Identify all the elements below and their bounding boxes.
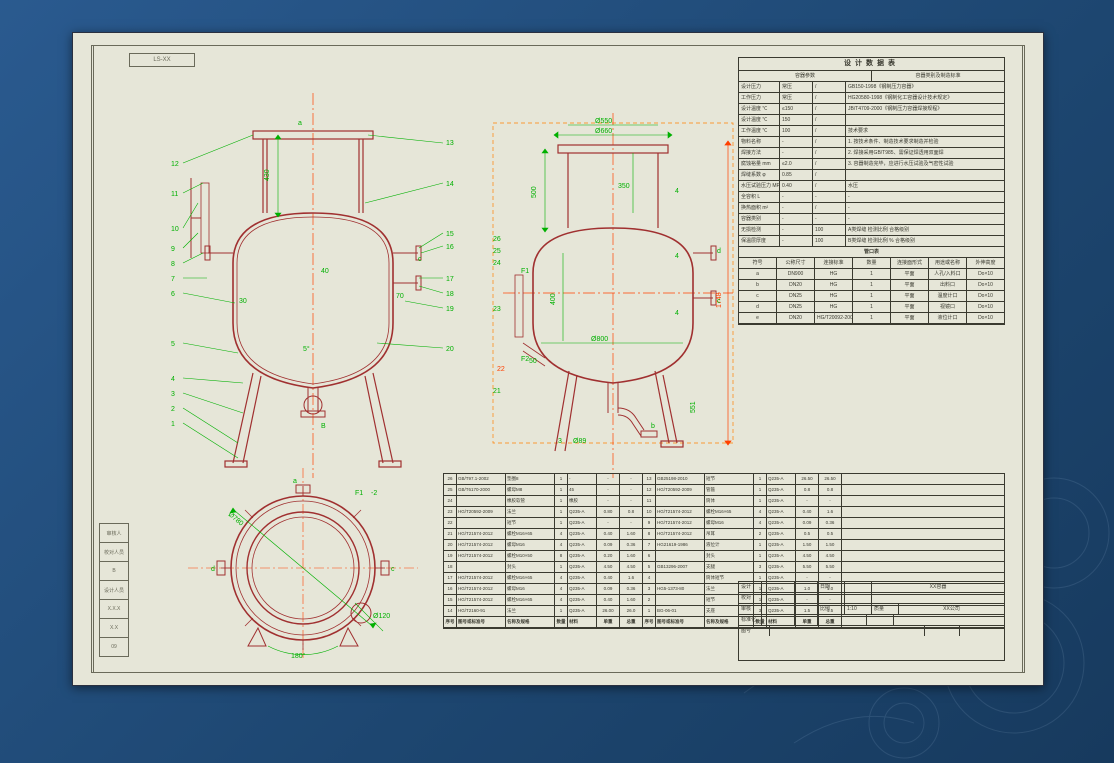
svg-text:14: 14 [446,181,454,188]
svg-text:3: 3 [171,391,175,398]
svg-text:Ø120: Ø120 [373,613,390,620]
svg-text:8: 8 [171,261,175,268]
svg-text:Ø800: Ø800 [591,336,608,343]
svg-text:350: 350 [618,183,630,190]
svg-text:b: b [651,423,655,430]
svg-text:Ø89: Ø89 [573,438,586,445]
svg-text:12: 12 [171,161,179,168]
svg-text:22: 22 [497,366,505,373]
svg-text:400: 400 [550,293,557,305]
svg-text:F1: F1 [355,490,363,497]
svg-text:4: 4 [171,376,175,383]
side-elevation-view: Ø660 Ø550 500 350 400 50 Ø800 551 Ø89 4 … [473,83,753,483]
svg-text:4: 4 [675,253,679,260]
svg-text:4: 4 [675,188,679,195]
revision-column: 审核人校对人员B 设计人员X.X.XX.X09 [99,523,129,657]
svg-text:10: 10 [171,226,179,233]
leader-labels-right: 13 14 15 16 17 18 19 20 [365,135,454,353]
svg-text:F1: F1 [521,268,529,275]
svg-text:a: a [293,478,297,485]
svg-text:24: 24 [493,260,501,267]
svg-text:70: 70 [396,293,404,300]
svg-text:50: 50 [529,358,537,365]
svg-text:7: 7 [171,276,175,283]
svg-text:Ø550: Ø550 [595,118,612,125]
svg-text:18: 18 [446,291,454,298]
svg-text:17: 17 [446,276,454,283]
svg-text:19: 19 [446,306,454,313]
svg-text:d: d [717,248,721,255]
svg-text:6: 6 [171,291,175,298]
svg-text:B: B [321,423,326,430]
svg-text:5°: 5° [303,345,310,353]
svg-text:23: 23 [493,306,501,313]
svg-text:180°: 180° [291,652,306,660]
svg-text:F2: F2 [521,356,529,363]
svg-text:-2: -2 [371,490,377,497]
svg-text:25: 25 [493,248,501,255]
svg-text:15: 15 [446,231,454,238]
svg-text:551: 551 [690,401,697,413]
svg-text:4: 4 [675,310,679,317]
front-elevation-view: 1 2 3 4 5 6 7 8 9 10 11 12 13 14 15 16 [143,83,483,483]
svg-text:500: 500 [531,186,538,198]
sheet-stamp: LS-XX [129,53,195,67]
svg-text:13: 13 [446,140,454,147]
svg-text:a: a [298,120,302,127]
svg-text:9: 9 [171,246,175,253]
plan-view: Ø780 Ø120 180° a d c F1 -2 [173,463,433,663]
svg-text:26: 26 [493,236,501,243]
svg-text:Ø780: Ø780 [227,511,245,527]
svg-text:40: 40 [321,268,329,275]
svg-text:30: 30 [239,298,247,305]
svg-text:430: 430 [264,169,271,181]
svg-text:20: 20 [446,346,454,353]
svg-text:c: c [717,298,721,305]
drawing-sheet: LS-XX 审核人校对人员B 设计人员X.X.XX.X09 [72,32,1044,686]
svg-text:21: 21 [493,388,501,395]
svg-text:5: 5 [171,341,175,348]
svg-text:c: c [391,566,395,573]
svg-text:Ø660: Ø660 [595,128,612,135]
leader-labels-left: 1 2 3 4 5 6 7 8 9 10 11 12 [171,135,253,458]
svg-text:d: d [211,566,215,573]
svg-text:2: 2 [171,406,175,413]
svg-text:16: 16 [446,244,454,251]
svg-text:11: 11 [171,191,178,198]
svg-text:3: 3 [558,438,562,445]
design-data-table: 设计数据表 容器参数容器类别及制造标准 设计压力常压/GB150-1998《钢制… [738,57,1005,325]
svg-text:1: 1 [171,421,175,428]
svg-text:c: c [418,256,422,263]
title-block: 设计日期XX容器 校对 审核比例1:10质量XX公司 标准化 图号 [738,581,1005,661]
